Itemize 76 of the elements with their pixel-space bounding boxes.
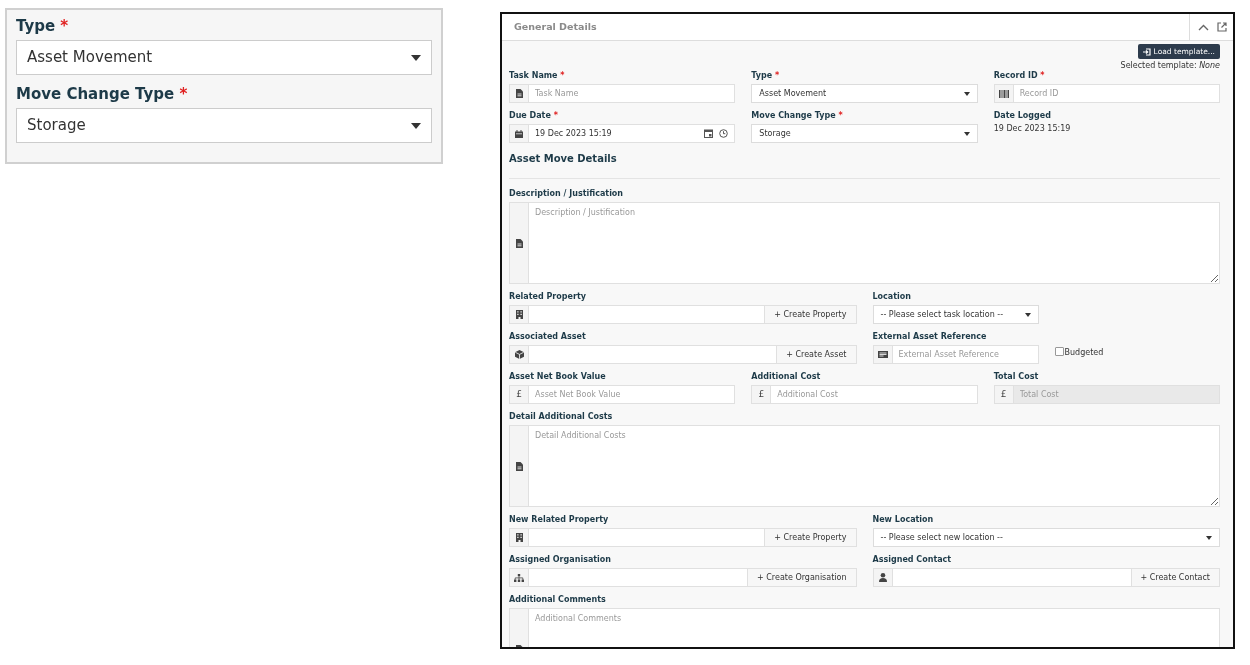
text-field: Total Cost	[1012, 385, 1220, 404]
field-label: External Asset Reference	[872, 332, 988, 342]
field-label: Location	[872, 292, 912, 302]
text-field[interactable]: Record ID	[1012, 84, 1220, 103]
time-picker-button[interactable]	[719, 129, 729, 138]
caret-icon	[1206, 535, 1212, 540]
caret-icon	[411, 122, 421, 129]
field-label: Additional Cost	[751, 372, 822, 382]
field-label: Assigned Contact	[872, 555, 953, 565]
section-heading: Asset Move Details	[509, 151, 1220, 179]
text-field[interactable]	[528, 568, 748, 587]
text-field[interactable]	[528, 528, 766, 547]
text-field[interactable]: Additional Cost	[770, 385, 978, 404]
field-label: Date Logged	[993, 111, 1052, 121]
caret-icon	[963, 91, 970, 96]
select-field[interactable]: Storage	[16, 108, 432, 143]
building-icon	[515, 310, 523, 319]
field-label: Move Change Type *	[16, 84, 189, 104]
card-icon	[877, 351, 888, 358]
date-picker-button[interactable]	[704, 129, 714, 138]
select-field[interactable]: -- Please select task location --	[872, 305, 1039, 324]
caret-icon	[411, 54, 421, 61]
field-label: Additional Comments	[509, 595, 607, 605]
field-label: Move Change Type *	[751, 111, 844, 121]
create-button[interactable]: + Create Contact	[1131, 568, 1220, 587]
text-field[interactable]: External Asset Reference	[891, 345, 1039, 364]
text-area[interactable]: Detail Additional Costs	[528, 425, 1220, 507]
field-label: Type *	[751, 71, 781, 81]
selected-template-text: Selected template: None	[1120, 61, 1220, 71]
text-field[interactable]: Task Name	[528, 84, 736, 103]
collapse-button[interactable]	[1198, 23, 1209, 31]
field-label: Associated Asset	[509, 332, 587, 342]
text-field[interactable]	[891, 568, 1132, 587]
select-field[interactable]: Asset Movement	[16, 40, 432, 75]
create-button[interactable]: + Create Property	[765, 305, 857, 324]
user-icon	[878, 573, 887, 582]
checkbox[interactable]	[1054, 347, 1064, 356]
text-area[interactable]: Description / Justification	[528, 202, 1220, 284]
select-field[interactable]: Asset Movement	[751, 84, 978, 103]
select-field[interactable]: Storage	[751, 124, 978, 143]
input-addon: £	[509, 385, 528, 404]
field-label: Task Name *	[509, 71, 566, 81]
field-label: Type *	[16, 16, 70, 36]
field-label: Assigned Organisation	[509, 555, 613, 565]
popout-button[interactable]	[1217, 22, 1227, 32]
text-field[interactable]	[528, 305, 766, 324]
field-label: New Related Property	[509, 515, 610, 525]
field-label: Due Date *	[509, 111, 559, 121]
text-area[interactable]: Additional Comments	[528, 608, 1220, 647]
date-value: 19 Dec 2023 15:19	[993, 124, 1072, 134]
cube-icon	[514, 350, 524, 359]
panel-title: General Details	[513, 19, 597, 34]
field-label: Record ID *	[993, 71, 1046, 81]
create-button[interactable]: + Create Organisation	[748, 568, 857, 587]
create-button[interactable]: + Create Asset	[777, 345, 857, 364]
checkbox-label: Budgeted	[1064, 347, 1104, 359]
caret-icon	[1024, 312, 1031, 317]
field-label: Asset Net Book Value	[509, 372, 607, 382]
barcode-icon	[998, 89, 1009, 98]
field-label: Total Cost	[993, 372, 1040, 382]
text-field[interactable]: Asset Net Book Value	[528, 385, 736, 404]
calendar-icon	[515, 129, 523, 138]
select-field[interactable]: -- Please select new location --	[872, 528, 1220, 547]
field-label: Related Property	[509, 292, 587, 302]
hierarchy-icon	[514, 573, 524, 582]
field-label: New Location	[872, 515, 935, 525]
input-addon: £	[993, 385, 1013, 404]
building-icon	[515, 533, 523, 542]
field-label: Description / Justification	[509, 189, 625, 199]
text-field[interactable]	[528, 345, 778, 364]
import-icon	[1142, 47, 1151, 56]
date-field[interactable]: 19 Dec 2023 15:19	[528, 124, 736, 143]
field-label: Detail Additional Costs	[509, 412, 614, 422]
create-button[interactable]: + Create Property	[765, 528, 857, 547]
input-addon: £	[751, 385, 771, 404]
caret-icon	[963, 131, 970, 136]
